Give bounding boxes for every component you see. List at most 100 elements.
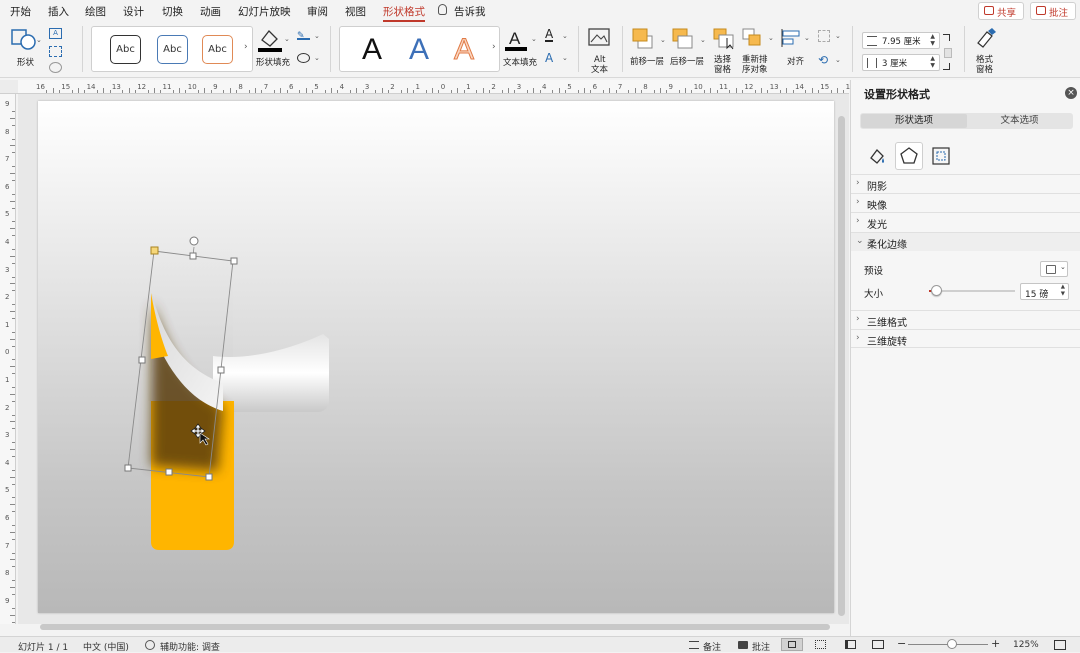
section-glow[interactable]: › 发光 [851, 212, 1080, 231]
zoom-level[interactable]: 125% [1013, 640, 1039, 650]
normal-view-button[interactable] [781, 638, 803, 651]
comments-status-button[interactable]: 批注 [752, 640, 770, 653]
resize-handle-bottom-right[interactable] [205, 473, 213, 481]
alt-text-icon [588, 28, 610, 46]
width-stepper-icon[interactable]: ▲ ▼ [930, 55, 935, 69]
shape-height-input[interactable]: 7.95 厘米 ▲ ▼ [862, 32, 940, 49]
tab-shape-format[interactable]: 形状格式 [383, 4, 425, 22]
slideshow-icon[interactable] [872, 640, 884, 649]
tab-animations[interactable]: 动画 [200, 4, 221, 19]
share-button[interactable]: 共享 [978, 2, 1024, 20]
horizontal-scrollbar[interactable] [40, 624, 830, 630]
text-outline-icon[interactable]: A [545, 28, 554, 42]
tab-text-options[interactable]: 文本选项 [967, 114, 1072, 128]
shape-effects-icon[interactable] [297, 53, 310, 63]
alt-text-button[interactable]: Alt 文本 [586, 26, 614, 75]
shape-outline-icon[interactable]: ✎ [297, 31, 310, 41]
reading-view-icon[interactable] [845, 640, 856, 649]
section-reflection[interactable]: › 映像 [851, 193, 1080, 212]
text-effects-dropdown-icon[interactable]: ⌄ [562, 54, 568, 62]
send-backward-button[interactable]: ⌄ 后移一层 [670, 26, 710, 72]
lock-aspect-ratio-toggle[interactable] [944, 48, 952, 58]
wordart-style-2[interactable]: A [409, 32, 429, 68]
section-3d-rotation[interactable]: › 三维旋转 [851, 329, 1080, 348]
align-button[interactable]: ⌄ 对齐 [778, 26, 812, 72]
fill-line-tab[interactable] [865, 144, 889, 168]
merge-shapes-icon[interactable] [49, 62, 62, 73]
zoom-slider-thumb[interactable] [947, 639, 957, 649]
wordart-more-icon[interactable]: › [492, 42, 496, 52]
accessibility-status[interactable]: 辅助功能: 调查 [160, 640, 220, 653]
tell-me-search[interactable]: 告诉我 [454, 4, 486, 19]
size-stepper-icon[interactable]: ▲ ▼ [1061, 284, 1065, 298]
vertical-scrollbar[interactable] [838, 116, 845, 616]
resize-handle-bottom-left[interactable] [124, 464, 132, 472]
text-fill-button[interactable]: A ⌄ 文本填充 [503, 26, 539, 72]
bring-forward-button[interactable]: ⌄ 前移一层 [630, 26, 670, 72]
tab-transitions[interactable]: 切换 [162, 4, 183, 19]
ruler-tick-mark [12, 359, 15, 361]
tab-shape-options[interactable]: 形状选项 [861, 114, 967, 128]
resize-handle-top[interactable] [189, 252, 197, 260]
close-panel-icon[interactable]: × [1065, 87, 1077, 99]
effects-tab[interactable] [895, 142, 923, 170]
section-3d-format[interactable]: › 三维格式 [851, 310, 1080, 329]
shape-width-input[interactable]: 3 厘米 ▲ ▼ [862, 54, 940, 71]
fit-to-window-icon[interactable] [1054, 640, 1066, 650]
adjust-handle-yellow[interactable] [150, 246, 159, 255]
slide-sorter-icon[interactable] [815, 640, 826, 649]
size-slider-track[interactable] [929, 290, 1015, 292]
edit-shape-icon[interactable]: A [49, 28, 62, 39]
wordart-style-3[interactable]: A [453, 32, 474, 68]
ruler-tick-label: 11 [719, 83, 729, 91]
group-icon[interactable] [818, 30, 830, 42]
tab-design[interactable]: 设计 [123, 4, 144, 19]
outline-dropdown-icon[interactable]: ⌄ [314, 32, 320, 40]
size-slider-thumb[interactable] [930, 285, 942, 296]
slide[interactable] [38, 101, 834, 613]
reorder-label-1: 重新排 [742, 55, 768, 65]
size-properties-tab[interactable] [929, 144, 953, 168]
insert-shape-button[interactable]: ⌄ 形状 [8, 26, 44, 70]
rotate-dropdown-icon[interactable]: ⌄ [835, 56, 841, 64]
tab-review[interactable]: 审阅 [307, 4, 328, 19]
height-stepper-icon[interactable]: ▲ ▼ [930, 33, 935, 47]
tab-insert[interactable]: 插入 [48, 4, 69, 19]
section-shadow[interactable]: › 阴影 [851, 174, 1080, 193]
text-box-icon[interactable] [49, 46, 62, 57]
text-outline-dropdown-icon[interactable]: ⌄ [562, 32, 568, 40]
gallery-more-icon[interactable]: › [244, 42, 248, 52]
tab-draw[interactable]: 绘图 [85, 4, 106, 19]
zoom-out-button[interactable]: − [897, 637, 906, 650]
size-input[interactable]: 15 磅 ▲ ▼ [1020, 283, 1069, 300]
resize-handle-bottom[interactable] [165, 468, 173, 476]
section-soft-edges[interactable]: ⌄ 柔化边缘 [851, 232, 1080, 251]
resize-handle-left[interactable] [138, 356, 146, 364]
resize-handle-top-right[interactable] [230, 257, 238, 265]
text-effects-icon[interactable]: A [545, 52, 553, 64]
rotate-icon[interactable]: ⟲ [818, 54, 828, 66]
ruler-tick-mark [10, 531, 15, 533]
format-pane-button[interactable]: 格式 窗格 [970, 26, 1002, 75]
reorder-objects-button[interactable]: ⌄ 重新排 序对象 [740, 26, 776, 75]
tab-slideshow[interactable]: 幻灯片放映 [238, 4, 291, 19]
group-dropdown-icon[interactable]: ⌄ [835, 32, 841, 40]
rotation-handle[interactable] [189, 236, 199, 246]
resize-handle-right[interactable] [217, 366, 225, 374]
tab-view[interactable]: 视图 [345, 4, 366, 19]
tab-home[interactable]: 开始 [10, 4, 31, 19]
shape-style-3[interactable]: Abc [202, 35, 233, 64]
notes-button[interactable]: 备注 [703, 640, 721, 653]
ruler-tick-label: 8 [5, 127, 10, 136]
wordart-style-1[interactable]: A [362, 32, 382, 68]
preset-dropdown[interactable]: ⌄ [1040, 261, 1068, 277]
lock-ratio-bottom-icon [943, 63, 950, 70]
effects-dropdown-icon[interactable]: ⌄ [314, 54, 320, 62]
shape-fill-button[interactable]: ⌄ 形状填充 [256, 26, 292, 72]
language-indicator[interactable]: 中文 (中国) [83, 640, 129, 653]
zoom-in-button[interactable]: + [991, 637, 1000, 650]
comments-button[interactable]: 批注 [1030, 2, 1076, 20]
shape-style-2[interactable]: Abc [157, 35, 188, 64]
shape-style-1[interactable]: Abc [110, 35, 141, 64]
selection-pane-button[interactable]: 选择 窗格 [711, 26, 739, 75]
